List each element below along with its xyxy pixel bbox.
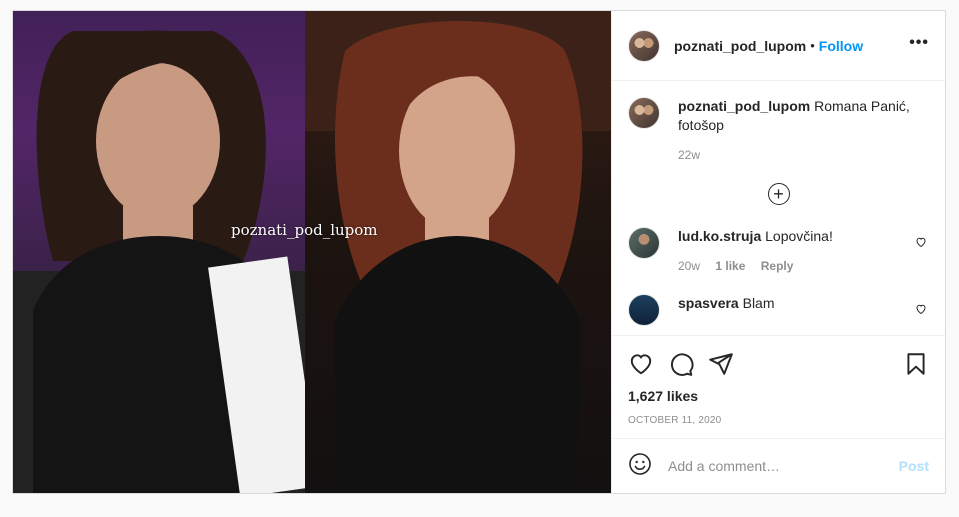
image-right-figure — [305, 11, 611, 493]
comment-bubble-icon[interactable] — [668, 351, 694, 377]
comment-time[interactable]: 20w — [678, 259, 700, 273]
add-comment-input[interactable] — [666, 457, 899, 475]
comment-meta: 20w 1 like Reply — [678, 257, 833, 276]
paper-plane-icon[interactable] — [708, 351, 734, 377]
caption: poznati_pod_lupom Romana Panić, fotošop … — [628, 97, 929, 165]
comment-text: Lopovčina! — [765, 228, 833, 244]
comment-username[interactable]: lud.ko.struja — [678, 228, 761, 244]
comment-reply-button[interactable]: Reply — [761, 259, 794, 273]
comment-body: spasvera Blam — [678, 294, 775, 326]
post-sidebar: poznati_pod_lupom • Follow ••• poznati_p… — [611, 11, 945, 493]
comments-list[interactable]: poznati_pod_lupom Romana Panić, fotošop … — [612, 81, 945, 335]
plus-circle-icon[interactable]: + — [767, 183, 790, 205]
comment-likes[interactable]: 1 like — [715, 259, 745, 273]
avatar[interactable] — [628, 97, 660, 129]
header-username[interactable]: poznati_pod_lupom — [674, 38, 806, 54]
avatar[interactable] — [628, 294, 660, 326]
post-button[interactable]: Post — [899, 458, 929, 474]
avatar[interactable] — [628, 227, 660, 259]
add-comment-bar: Post — [612, 438, 945, 493]
comment-item: spasvera Blam — [628, 294, 929, 326]
caption-time[interactable]: 22w — [678, 148, 700, 162]
load-more-wrap: + — [628, 183, 929, 205]
image-left-panel — [13, 11, 305, 493]
comment-item: lud.ko.struja Lopovčina! 20w 1 like Repl… — [628, 227, 929, 276]
likes-count[interactable]: 1,627 likes — [628, 388, 929, 404]
comment-heart-icon[interactable] — [915, 302, 927, 320]
image-watermark: poznati_pod_lupom — [231, 221, 378, 239]
bookmark-icon[interactable] — [903, 351, 929, 377]
comment-username[interactable]: spasvera — [678, 295, 739, 311]
image-right-panel — [305, 11, 611, 493]
header-separator: • — [810, 38, 815, 53]
caption-body: poznati_pod_lupom Romana Panić, fotošop … — [678, 97, 929, 165]
post-date[interactable]: OCTOBER 11, 2020 — [628, 415, 929, 426]
post-header: poznati_pod_lupom • Follow ••• — [612, 11, 945, 81]
comment-text: Blam — [742, 295, 775, 311]
follow-button[interactable]: Follow — [819, 38, 863, 54]
comment-body: lud.ko.struja Lopovčina! 20w 1 like Repl… — [678, 227, 833, 276]
more-horizontal-icon[interactable]: ••• — [909, 34, 929, 58]
post-image[interactable]: poznati_pod_lupom — [13, 11, 611, 493]
image-left-figure — [13, 11, 305, 493]
comment-heart-icon[interactable] — [915, 235, 927, 253]
post-card: poznati_pod_lupom poznati_pod_lupom • Fo… — [12, 10, 946, 494]
avatar[interactable] — [628, 29, 660, 62]
post-actions: 1,627 likes OCTOBER 11, 2020 — [612, 335, 945, 438]
caption-username[interactable]: poznati_pod_lupom — [678, 98, 810, 114]
emoji-smile-icon[interactable] — [628, 452, 652, 481]
caption-meta: 22w — [678, 146, 929, 165]
action-icons — [628, 344, 929, 384]
heart-icon[interactable] — [628, 351, 654, 377]
